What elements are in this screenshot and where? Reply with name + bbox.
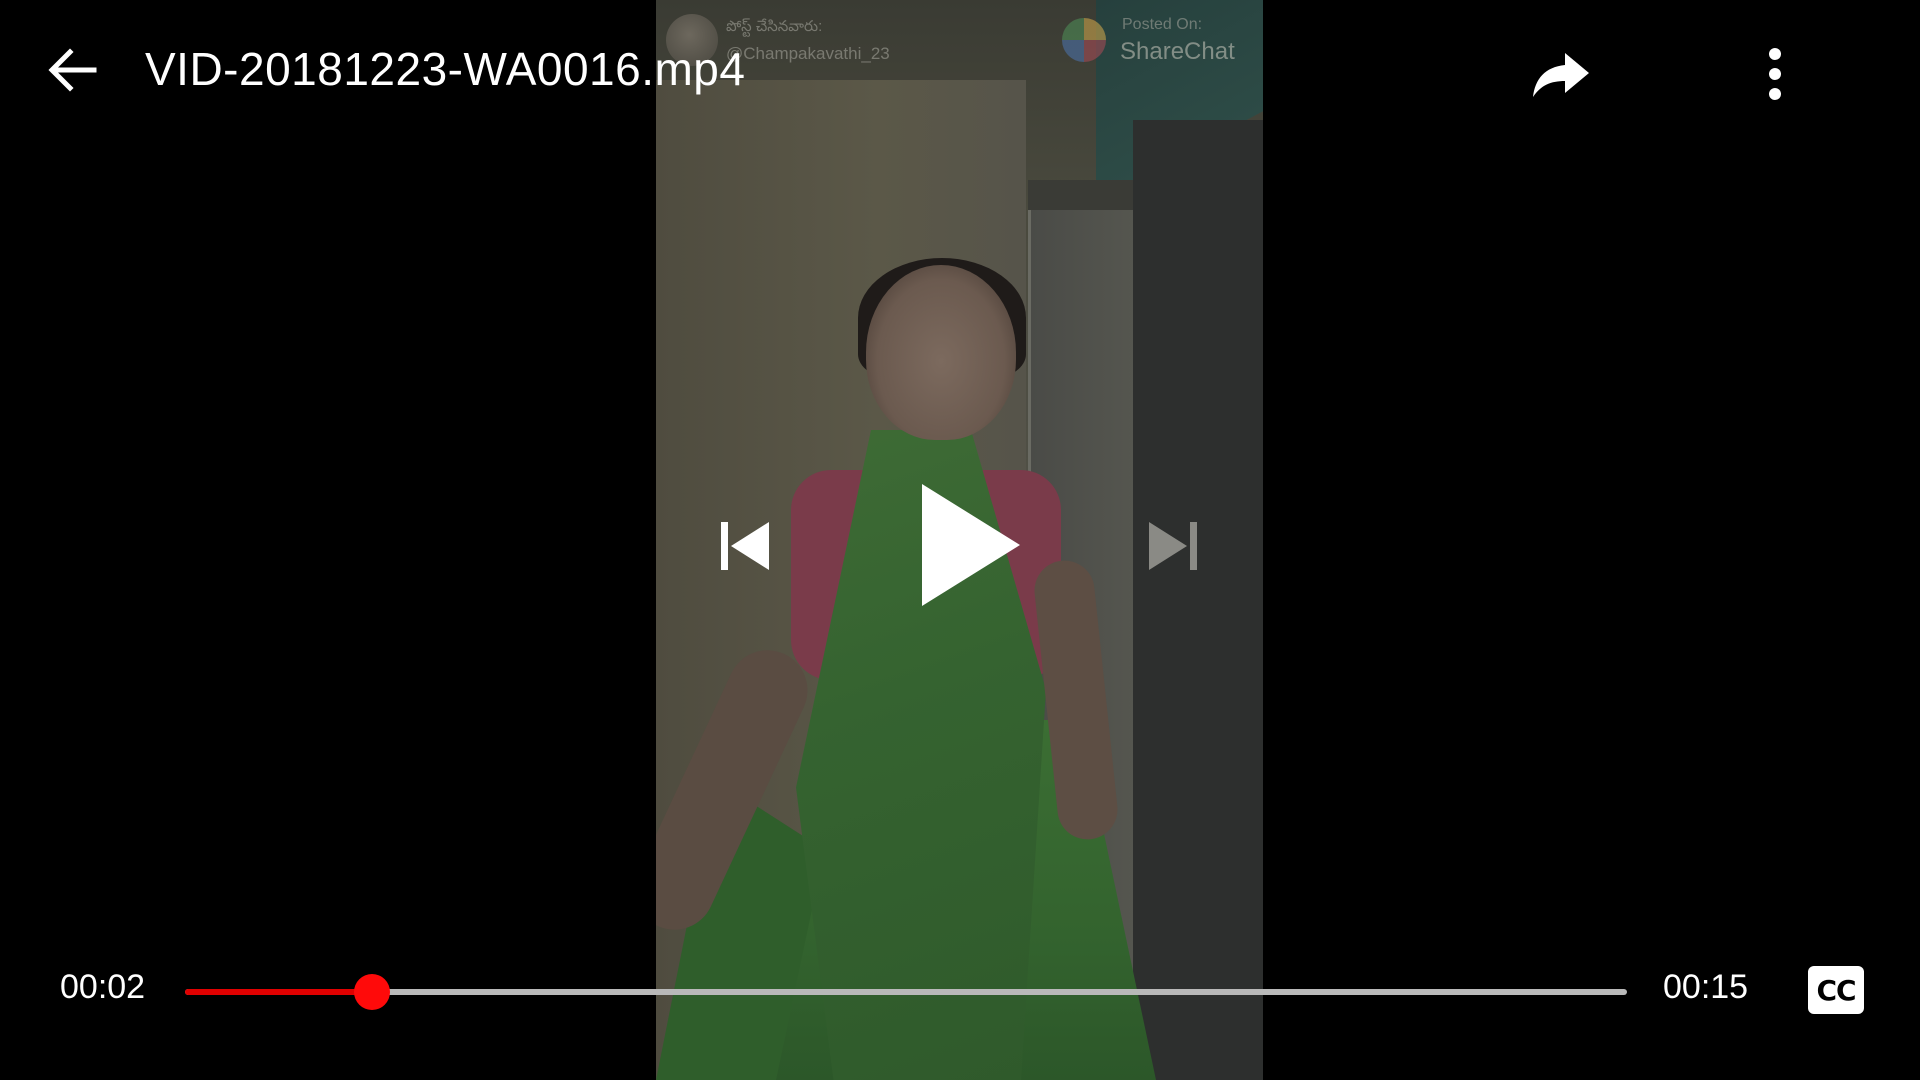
skip-previous-icon — [721, 522, 769, 570]
person-face — [866, 265, 1016, 440]
play-button[interactable] — [900, 470, 1040, 620]
share-arrow-icon — [1533, 53, 1589, 97]
seek-bar[interactable] — [185, 974, 1627, 1010]
next-button[interactable] — [1138, 506, 1208, 586]
arrow-left-icon — [48, 48, 97, 92]
more-options-button[interactable] — [1740, 34, 1810, 114]
seek-thumb[interactable] — [354, 974, 391, 1010]
more-vert-icon — [1769, 48, 1781, 100]
closed-captions-icon: CC — [1816, 973, 1856, 1007]
current-time: 00:02 — [60, 968, 146, 1006]
seek-progress — [185, 989, 373, 995]
previous-button[interactable] — [710, 506, 780, 586]
skip-next-icon — [1149, 522, 1197, 570]
video-player-screen: పోస్ట్ చేసినవారు: @Champakavathi_23 Post… — [0, 0, 1920, 1080]
top-app-bar: VID-20181223-WA0016.mp4 — [0, 0, 1920, 140]
play-icon — [922, 484, 1020, 606]
captions-button[interactable]: CC — [1808, 966, 1864, 1014]
total-duration: 00:15 — [1663, 968, 1749, 1006]
video-title: VID-20181223-WA0016.mp4 — [145, 43, 746, 95]
back-button[interactable] — [32, 30, 112, 110]
share-button[interactable] — [1516, 34, 1606, 114]
